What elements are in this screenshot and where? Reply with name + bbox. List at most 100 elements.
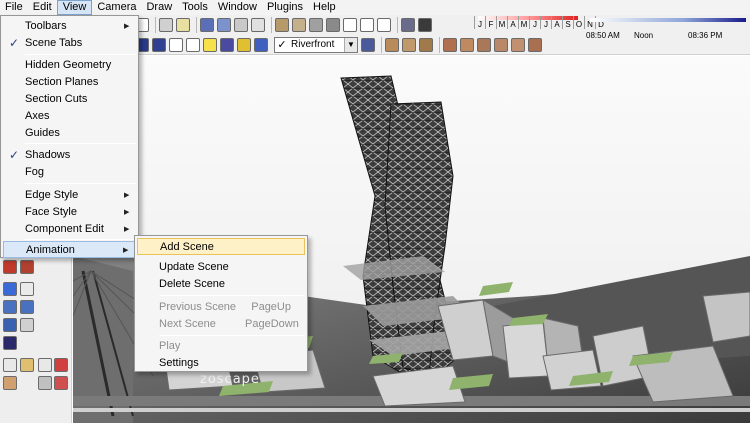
light-bulb-icon[interactable]: [203, 37, 217, 52]
pan-tool-icon[interactable]: [20, 282, 34, 296]
walk-icon[interactable]: [309, 18, 323, 32]
menu-view[interactable]: View: [56, 0, 93, 15]
view-menu-edge-style[interactable]: Edge Style ▶: [3, 186, 136, 203]
model-info-icon[interactable]: [176, 18, 190, 32]
shadow-settings-panel: J F M A M J J A S O N D 08:50 AM Noon 08…: [474, 16, 750, 54]
animation-settings[interactable]: Settings: [137, 354, 305, 371]
month-label: J: [540, 16, 551, 29]
menu-item-label: Toolbars: [25, 19, 67, 32]
view-menu-toolbars[interactable]: Toolbars ▶: [3, 17, 136, 34]
group-icon[interactable]: [217, 18, 231, 32]
menu-draw[interactable]: Draw: [141, 0, 177, 15]
view-menu-guides[interactable]: Guides: [3, 124, 136, 141]
component-icon[interactable]: [200, 18, 214, 32]
back-edges-icon[interactable]: [152, 37, 166, 52]
section-plane-icon[interactable]: [385, 37, 399, 52]
orbit-tool-icon[interactable]: [3, 282, 17, 296]
view-menu-component-edit[interactable]: Component Edit ▶: [3, 220, 136, 237]
section-cut-icon[interactable]: [419, 37, 433, 52]
pan-icon[interactable]: [292, 18, 306, 32]
tape-icon[interactable]: [38, 376, 52, 390]
menu-item-label: Update Scene: [159, 260, 229, 273]
month-label: J: [529, 16, 540, 29]
view-menu-scene-tabs[interactable]: ✓ Scene Tabs: [3, 34, 136, 51]
section-tool-icon[interactable]: [38, 358, 52, 372]
view-menu-face-style[interactable]: Face Style ▶: [3, 203, 136, 220]
wireframe-icon[interactable]: [169, 37, 183, 52]
walk-tool-icon[interactable]: [3, 358, 17, 372]
textured-icon[interactable]: [237, 37, 251, 52]
menu-item-label: Guides: [25, 126, 60, 139]
animation-delete-scene[interactable]: Delete Scene: [137, 275, 305, 292]
view-menu-axes[interactable]: Axes: [3, 107, 136, 124]
menu-separator: [25, 239, 136, 240]
view-menu-hidden-geometry[interactable]: Hidden Geometry: [3, 56, 136, 73]
menu-item-label: Fog: [25, 165, 44, 178]
sun-toggle-icon[interactable]: [418, 18, 432, 32]
animation-next-scene[interactable]: Next Scene PageDown: [137, 315, 305, 332]
month-label: M: [496, 16, 507, 29]
animation-add-scene[interactable]: Add Scene: [137, 238, 305, 255]
right-view-icon[interactable]: [377, 18, 391, 32]
month-label: J: [474, 16, 485, 29]
iso-view-icon[interactable]: [234, 18, 248, 32]
protractor-icon[interactable]: [54, 376, 68, 390]
menu-tools[interactable]: Tools: [177, 0, 213, 15]
zoom-window-icon[interactable]: [20, 300, 34, 314]
look-around-icon[interactable]: [20, 358, 34, 372]
animation-update-scene[interactable]: Update Scene: [137, 258, 305, 275]
rotate-icon[interactable]: [20, 260, 34, 274]
menu-edit[interactable]: Edit: [28, 0, 57, 15]
view-menu-fog[interactable]: Fog: [3, 163, 136, 180]
view-menu: Toolbars ▶ ✓ Scene Tabs Hidden Geometry …: [0, 15, 139, 258]
zoom-icon[interactable]: [3, 300, 17, 314]
menu-file[interactable]: File: [0, 0, 28, 15]
monochrome-icon[interactable]: [254, 37, 268, 52]
month-label: S: [562, 16, 573, 29]
menu-bar: File Edit View Camera Draw Tools Window …: [0, 0, 750, 15]
sandbox-icon[interactable]: [443, 37, 457, 52]
scene-manager-icon[interactable]: [361, 37, 375, 52]
top-view-icon[interactable]: [251, 18, 265, 32]
orbit-icon[interactable]: [275, 18, 289, 32]
view-menu-section-cuts[interactable]: Section Cuts: [3, 90, 136, 107]
section-display-icon[interactable]: [402, 37, 416, 52]
terrain-icon[interactable]: [460, 37, 474, 52]
view-menu-animation[interactable]: Animation ▶: [3, 241, 136, 258]
menu-separator: [159, 335, 305, 336]
menu-help[interactable]: Help: [308, 0, 341, 15]
menu-window[interactable]: Window: [213, 0, 262, 15]
toolbar-separator: [381, 36, 382, 53]
menu-camera[interactable]: Camera: [92, 0, 141, 15]
camera-icon[interactable]: [326, 18, 340, 32]
move-icon[interactable]: [3, 260, 17, 274]
position-camera-icon[interactable]: [3, 336, 17, 350]
animation-play[interactable]: Play: [137, 337, 305, 354]
animation-previous-scene[interactable]: Previous Scene PageUp: [137, 298, 305, 315]
menu-separator: [159, 295, 305, 296]
submenu-arrow-icon: ▶: [124, 208, 130, 216]
home-icon[interactable]: [343, 18, 357, 32]
menu-item-label: Delete Scene: [159, 277, 226, 290]
menu-separator: [25, 143, 136, 144]
submenu-arrow-icon: ▶: [124, 225, 130, 233]
view-menu-shadows[interactable]: ✓ Shadows: [3, 146, 136, 163]
menu-plugins[interactable]: Plugins: [262, 0, 308, 15]
paint-icon[interactable]: [54, 358, 68, 372]
shaded-icon[interactable]: [220, 37, 234, 52]
front-view-icon[interactable]: [360, 18, 374, 32]
print-icon[interactable]: [159, 18, 173, 32]
menu-separator: [25, 54, 136, 55]
menu-item-label: Hidden Geometry: [25, 58, 112, 71]
submenu-arrow-icon: ▶: [124, 191, 130, 199]
previous-view-icon[interactable]: [20, 318, 34, 332]
shadow-settings-icon[interactable]: [401, 18, 415, 32]
scene-selector[interactable]: ✓ Riverfront ▼: [274, 36, 358, 53]
hidden-line-icon[interactable]: [186, 37, 200, 52]
view-menu-section-planes[interactable]: Section Planes: [3, 73, 136, 90]
scene-selector-value: Riverfront: [291, 39, 335, 50]
chevron-down-icon[interactable]: ▼: [344, 37, 357, 52]
eraser-icon[interactable]: [3, 376, 17, 390]
zoom-extents-icon[interactable]: [3, 318, 17, 332]
time-slider[interactable]: [590, 18, 746, 22]
